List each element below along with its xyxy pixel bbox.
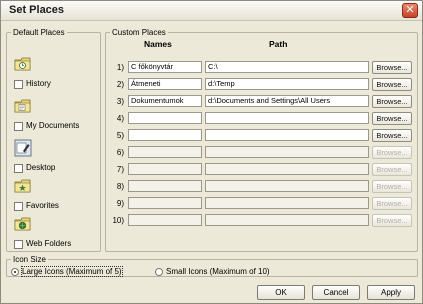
place-name-input [128,163,202,175]
custom-place-row: 2) Átmeneti d:\Temp Browse... [106,78,419,92]
desktop-icon [14,139,32,157]
browse-button[interactable]: Browse... [372,78,412,91]
place-name-input[interactable]: Dokumentumok [128,95,202,107]
place-name-input [128,146,202,158]
custom-place-row: 5) Browse... [106,129,419,143]
history-checkbox[interactable] [14,80,23,89]
row-number: 1) [116,63,124,72]
custom-place-row: 10) Browse... [106,214,419,228]
web-folders-checkbox[interactable] [14,240,23,249]
desktop-label: Desktop [26,163,56,172]
place-name-input[interactable]: C főkönyvtár [128,61,202,73]
browse-button[interactable]: Browse... [372,129,412,142]
small-icons-label[interactable]: Small Icons (Maximum of 10) [166,267,270,276]
custom-places-group: Custom Places Names Path 1) C főkönyvtár… [105,28,418,252]
title-bar[interactable]: Set Places ✕ [1,1,422,21]
apply-button[interactable]: Apply [367,285,415,300]
web-folders-label: Web Folders [26,239,72,248]
browse-button[interactable]: Browse... [372,112,412,125]
browse-button: Browse... [372,214,412,227]
favorites-label: Favorites [26,201,59,210]
window-title: Set Places [9,4,65,16]
place-name-input [128,197,202,209]
my-documents-checkbox[interactable] [14,122,23,131]
close-icon[interactable]: ✕ [402,3,418,18]
custom-place-row: 1) C főkönyvtár C:\ Browse... [106,61,419,75]
default-places-legend: Default Places [13,28,65,37]
row-number: 3) [116,97,124,106]
favorites-folder-icon [14,179,31,193]
row-number: 8) [116,182,124,191]
path-column-header: Path [269,39,288,49]
icon-size-group: Icon Size Large Icons (Maximum of 5) Sma… [6,255,418,277]
place-path-input[interactable]: d:\Documents and Settings\All Users [205,95,369,107]
set-places-dialog: Set Places ✕ Default Places History My D… [0,0,423,304]
row-number: 5) [116,131,124,140]
browse-button: Browse... [372,180,412,193]
custom-place-row: 7) Browse... [106,163,419,177]
history-folder-icon [14,57,31,71]
browse-button: Browse... [372,197,412,210]
custom-place-row: 4) Browse... [106,112,419,126]
browse-button[interactable]: Browse... [372,95,412,108]
custom-places-legend: Custom Places [112,28,166,37]
row-number: 2) [116,80,124,89]
custom-place-row: 9) Browse... [106,197,419,211]
my-documents-label: My Documents [26,121,80,130]
place-path-input [205,214,369,226]
place-path-input[interactable]: C:\ [205,61,369,73]
row-number: 4) [116,114,124,123]
desktop-checkbox[interactable] [14,164,23,173]
place-path-input [205,146,369,158]
place-path-input[interactable] [205,112,369,124]
custom-place-row: 3) Dokumentumok d:\Documents and Setting… [106,95,419,109]
default-places-group: Default Places History My Documents Desk… [6,28,101,252]
icon-size-legend: Icon Size [13,255,46,264]
large-icons-radio[interactable] [11,268,19,276]
custom-place-row: 6) Browse... [106,146,419,160]
place-name-input [128,180,202,192]
history-label: History [26,79,51,88]
place-name-input [128,214,202,226]
place-path-input [205,197,369,209]
ok-button[interactable]: OK [257,285,305,300]
favorites-checkbox[interactable] [14,202,23,211]
names-column-header: Names [144,39,172,49]
large-icons-label[interactable]: Large Icons (Maximum of 5) [21,266,123,277]
documents-folder-icon [14,99,31,113]
place-name-input[interactable] [128,129,202,141]
place-path-input [205,163,369,175]
place-name-input[interactable] [128,112,202,124]
cancel-button[interactable]: Cancel [312,285,360,300]
row-number: 7) [116,165,124,174]
browse-button: Browse... [372,163,412,176]
browse-button: Browse... [372,146,412,159]
row-number: 10) [112,216,124,225]
place-path-input[interactable]: d:\Temp [205,78,369,90]
web-folders-icon [14,217,31,231]
browse-button[interactable]: Browse... [372,61,412,74]
row-number: 6) [116,148,124,157]
place-name-input[interactable]: Átmeneti [128,78,202,90]
custom-place-row: 8) Browse... [106,180,419,194]
row-number: 9) [116,199,124,208]
small-icons-radio[interactable] [155,268,163,276]
place-path-input [205,180,369,192]
place-path-input[interactable] [205,129,369,141]
